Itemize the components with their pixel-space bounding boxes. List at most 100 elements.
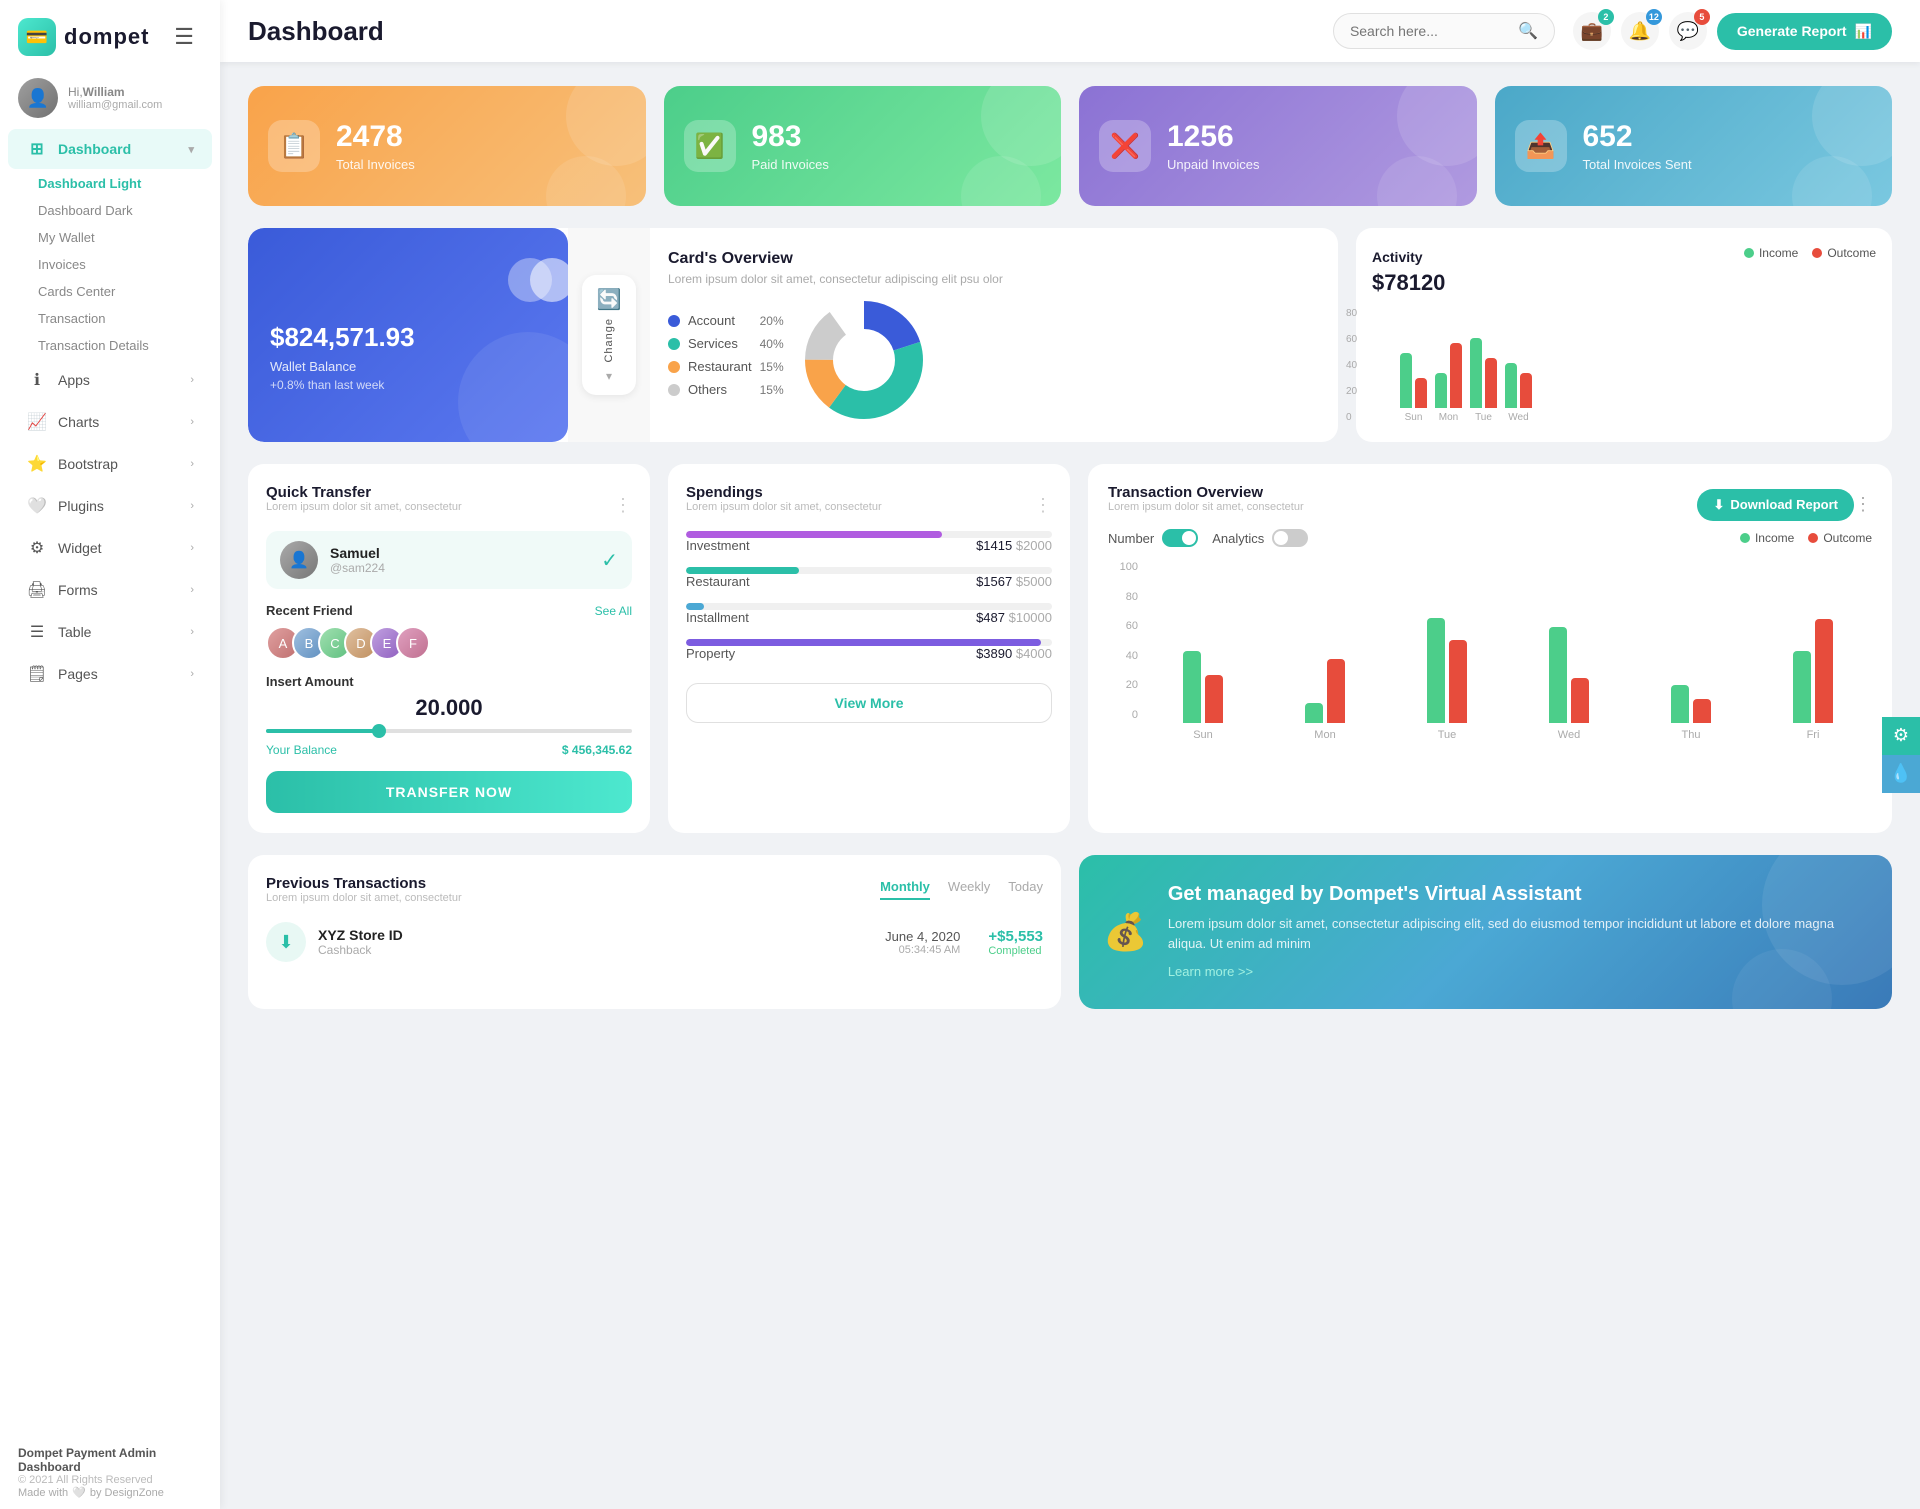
analytics-toggle-group: Analytics [1212, 529, 1308, 547]
greeting: Hi,William [68, 85, 162, 99]
virtual-learn-more[interactable]: Learn more >> [1168, 964, 1253, 979]
submenu-invoices[interactable]: Invoices [28, 251, 220, 278]
balance-label: Your Balance [266, 743, 337, 757]
change-inner[interactable]: 🔄 Change ▾ [582, 275, 636, 395]
view-more-button[interactable]: View More [686, 683, 1052, 723]
bar-outcome-mon [1450, 343, 1462, 408]
sidebar-item-widget[interactable]: ⚙ Widget › [8, 528, 212, 568]
transfer-now-button[interactable]: TRANSFER NOW [266, 771, 632, 813]
tx-item-name: XYZ Store ID [318, 927, 403, 943]
bar-outcome-wed [1520, 373, 1532, 408]
tab-today[interactable]: Today [1008, 879, 1043, 900]
income-legend: Income [1744, 246, 1798, 260]
prev-tx-row: Previous Transactions Lorem ipsum dolor … [248, 855, 1892, 1009]
sidebar-item-dashboard[interactable]: ⊞ Dashboard ▾ [8, 129, 212, 169]
submenu-dashboard-light[interactable]: Dashboard Light [28, 170, 220, 197]
bar-income-wed [1505, 363, 1517, 408]
submenu-transaction[interactable]: Transaction [28, 305, 220, 332]
quick-transfer-card: Quick Transfer Lorem ipsum dolor sit ame… [248, 464, 650, 833]
bar-outcome-sun [1415, 378, 1427, 408]
virtual-text: Lorem ipsum dolor sit amet, consectetur … [1168, 914, 1868, 953]
spending-investment: Investment $1415 $2000 [686, 531, 1052, 553]
more-options-icon[interactable]: ⋮ [614, 495, 632, 516]
search-input[interactable] [1350, 23, 1510, 39]
submenu-dashboard-dark[interactable]: Dashboard Dark [28, 197, 220, 224]
prev-tx-tabs: Monthly Weekly Today [880, 879, 1043, 900]
big-outcome-mon [1327, 659, 1345, 723]
activity-card: Activity Income Outcome $78120 [1356, 228, 1892, 442]
plugins-icon: 🤍 [26, 496, 48, 516]
number-toggle-group: Number [1108, 529, 1198, 547]
sidebar-label-charts: Charts [58, 414, 99, 430]
friend-6[interactable]: F [396, 626, 430, 660]
search-bar: 🔍 [1333, 13, 1555, 49]
tab-monthly[interactable]: Monthly [880, 879, 930, 900]
prev-tx-sub: Lorem ipsum dolor sit amet, consectetur [266, 892, 880, 904]
messages-btn[interactable]: 💬 5 [1669, 12, 1707, 50]
stat-label-unpaid: Unpaid Invoices [1167, 157, 1260, 172]
header: Dashboard 🔍 💼 2 🔔 12 💬 5 Generate Report… [220, 0, 1920, 62]
big-y-axis: 100806040200 [1108, 561, 1138, 721]
samuel-avatar: 👤 [280, 541, 318, 579]
settings-side-btn[interactable]: ⚙ [1882, 717, 1920, 755]
wallet-card: $824,571.93 Wallet Balance +0.8% than la… [248, 228, 568, 442]
analytics-toggle-knob [1274, 531, 1288, 545]
page-title: Dashboard [248, 16, 1315, 47]
big-bar-chart: 100806040200 Sun [1108, 561, 1872, 741]
chevron-right-icon5: › [190, 542, 194, 554]
amount-slider-track [266, 729, 632, 733]
tx-more-btn[interactable]: ⋮ [1854, 494, 1872, 515]
see-all-link[interactable]: See All [595, 604, 632, 618]
number-toggle[interactable] [1162, 529, 1198, 547]
sidebar-label-forms: Forms [58, 582, 98, 598]
chevron-down-icon: ▾ [188, 143, 194, 156]
insert-label: Insert Amount [266, 674, 632, 689]
submenu-cards-center[interactable]: Cards Center [28, 278, 220, 305]
tx-outcome-legend: Outcome [1808, 531, 1872, 545]
amount-value: 20.000 [266, 695, 632, 721]
wallet-icon-btn[interactable]: 💼 2 [1573, 12, 1611, 50]
submenu-my-wallet[interactable]: My Wallet [28, 224, 220, 251]
submenu-transaction-details[interactable]: Transaction Details [28, 332, 220, 359]
stat-label-total: Total Invoices [336, 157, 415, 172]
donut-chart [794, 300, 934, 420]
sidebar-item-plugins[interactable]: 🤍 Plugins › [8, 486, 212, 526]
hamburger-icon[interactable]: ☰ [166, 20, 202, 54]
spendings-more-icon[interactable]: ⋮ [1034, 495, 1052, 516]
generate-report-button[interactable]: Generate Report 📊 [1717, 13, 1892, 50]
sidebar-item-bootstrap[interactable]: ⭐ Bootstrap › [8, 444, 212, 484]
tx-item-date-group: June 4, 2020 05:34:45 AM [885, 929, 960, 956]
tx-item-info: XYZ Store ID Cashback [318, 927, 403, 957]
tx-income-legend: Income [1740, 531, 1794, 545]
legend-services: Services 40% [668, 336, 784, 351]
tab-weekly[interactable]: Weekly [948, 879, 990, 900]
bar-x-labels: Sun Mon Tue Wed [1400, 412, 1876, 423]
stat-card-unpaid: ❌ 1256 Unpaid Invoices [1079, 86, 1477, 206]
sidebar-item-apps[interactable]: ℹ Apps › [8, 360, 212, 400]
big-x-fri: Fri [1807, 729, 1820, 741]
charts-icon: 📈 [26, 412, 48, 432]
sidebar-item-pages[interactable]: 🗒 Pages › [8, 654, 212, 694]
sidebar-item-table[interactable]: ☰ Table › [8, 612, 212, 652]
bar-income-sun [1400, 353, 1412, 408]
sidebar-item-forms[interactable]: 🖨 Forms › [8, 570, 212, 610]
chevron-right-icon2: › [190, 416, 194, 428]
stat-icon-total: 📋 [268, 120, 320, 172]
activity-title: Activity [1372, 249, 1423, 265]
widget-icon: ⚙ [26, 538, 48, 558]
big-x-sun: Sun [1193, 729, 1213, 741]
big-outcome-wed [1571, 678, 1589, 723]
info-side-btn[interactable]: 💧 [1882, 755, 1920, 793]
notifications-btn[interactable]: 🔔 12 [1621, 12, 1659, 50]
sidebar-item-charts[interactable]: 📈 Charts › [8, 402, 212, 442]
tx-sub: Lorem ipsum dolor sit amet, consectetur [1108, 501, 1697, 513]
chevron-right-icon6: › [190, 584, 194, 596]
overview-title: Card's Overview [668, 250, 1320, 268]
big-bar-wed: Wed [1510, 627, 1628, 741]
analytics-toggle[interactable] [1272, 529, 1308, 547]
download-report-button[interactable]: ⬇ Download Report [1697, 489, 1854, 521]
slider-thumb[interactable] [372, 724, 386, 738]
stat-card-sent: 📤 652 Total Invoices Sent [1495, 86, 1893, 206]
sidebar-label-pages: Pages [58, 666, 98, 682]
chevron-right-icon: › [190, 374, 194, 386]
